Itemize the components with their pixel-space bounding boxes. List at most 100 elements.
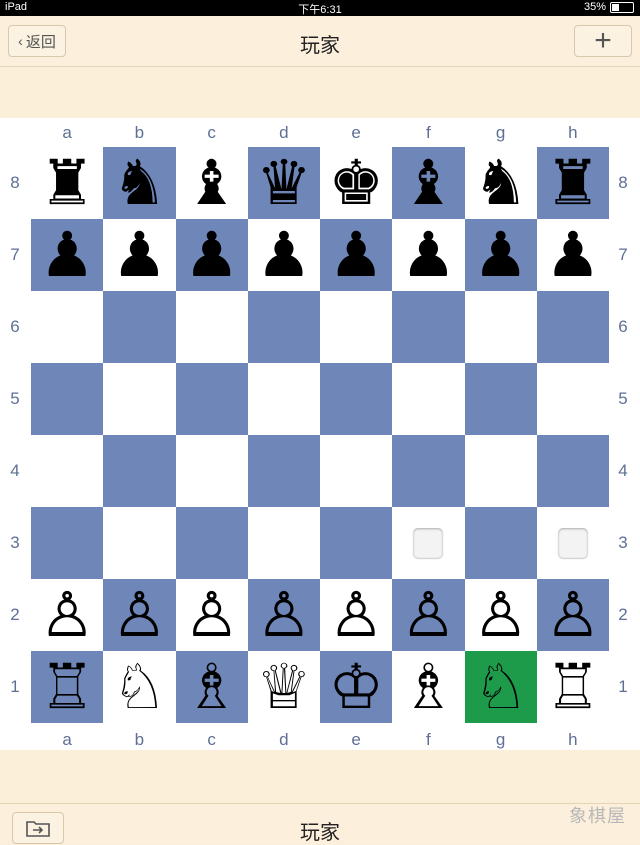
square-f8[interactable]: ♝ bbox=[392, 147, 465, 219]
square-e6[interactable] bbox=[320, 291, 393, 363]
square-g5[interactable] bbox=[464, 363, 537, 435]
square-c3[interactable] bbox=[175, 507, 248, 579]
piece-e1[interactable]: ♔ bbox=[328, 656, 384, 718]
square-a7[interactable]: ♟ bbox=[31, 219, 104, 291]
piece-c1[interactable]: ♗ bbox=[184, 656, 240, 718]
piece-g2[interactable]: ♙ bbox=[473, 584, 529, 646]
square-d2[interactable]: ♙ bbox=[247, 579, 320, 651]
square-g1[interactable]: ♘ bbox=[464, 651, 537, 723]
square-f3[interactable] bbox=[392, 507, 465, 579]
square-c2[interactable]: ♙ bbox=[175, 579, 248, 651]
square-b4[interactable] bbox=[103, 435, 176, 507]
piece-f2[interactable]: ♙ bbox=[401, 584, 457, 646]
square-b7[interactable]: ♟ bbox=[103, 219, 176, 291]
piece-f7[interactable]: ♟ bbox=[401, 224, 457, 286]
square-d6[interactable] bbox=[247, 291, 320, 363]
piece-b7[interactable]: ♟ bbox=[112, 224, 168, 286]
square-c7[interactable]: ♟ bbox=[175, 219, 248, 291]
square-a4[interactable] bbox=[31, 435, 104, 507]
square-d5[interactable] bbox=[247, 363, 320, 435]
square-d1[interactable]: ♕ bbox=[247, 651, 320, 723]
piece-h7[interactable]: ♟ bbox=[545, 224, 601, 286]
square-e1[interactable]: ♔ bbox=[320, 651, 393, 723]
square-b5[interactable] bbox=[103, 363, 176, 435]
square-d4[interactable] bbox=[247, 435, 320, 507]
piece-f1[interactable]: ♗ bbox=[401, 656, 457, 718]
square-a8[interactable]: ♜ bbox=[31, 147, 104, 219]
square-f4[interactable] bbox=[392, 435, 465, 507]
square-f7[interactable]: ♟ bbox=[392, 219, 465, 291]
piece-a2[interactable]: ♙ bbox=[39, 584, 95, 646]
square-a6[interactable] bbox=[31, 291, 104, 363]
square-h8[interactable]: ♜ bbox=[536, 147, 609, 219]
piece-e2[interactable]: ♙ bbox=[328, 584, 384, 646]
square-g8[interactable]: ♞ bbox=[464, 147, 537, 219]
square-d8[interactable]: ♛ bbox=[247, 147, 320, 219]
square-f5[interactable] bbox=[392, 363, 465, 435]
square-g2[interactable]: ♙ bbox=[464, 579, 537, 651]
piece-h8[interactable]: ♜ bbox=[545, 152, 601, 214]
piece-b8[interactable]: ♞ bbox=[112, 152, 168, 214]
square-e7[interactable]: ♟ bbox=[320, 219, 393, 291]
piece-d2[interactable]: ♙ bbox=[256, 584, 312, 646]
square-e2[interactable]: ♙ bbox=[320, 579, 393, 651]
piece-e8[interactable]: ♚ bbox=[328, 152, 384, 214]
piece-d1[interactable]: ♕ bbox=[256, 656, 312, 718]
square-h1[interactable]: ♖ bbox=[536, 651, 609, 723]
square-c8[interactable]: ♝ bbox=[175, 147, 248, 219]
piece-c7[interactable]: ♟ bbox=[184, 224, 240, 286]
square-a1[interactable]: ♖ bbox=[31, 651, 104, 723]
square-h2[interactable]: ♙ bbox=[536, 579, 609, 651]
piece-d7[interactable]: ♟ bbox=[256, 224, 312, 286]
square-g6[interactable] bbox=[464, 291, 537, 363]
square-h3[interactable] bbox=[536, 507, 609, 579]
square-g4[interactable] bbox=[464, 435, 537, 507]
square-h7[interactable]: ♟ bbox=[536, 219, 609, 291]
square-a5[interactable] bbox=[31, 363, 104, 435]
piece-b1[interactable]: ♘ bbox=[112, 656, 168, 718]
move-hint-f3[interactable] bbox=[413, 528, 444, 558]
move-hint-h3[interactable] bbox=[557, 528, 588, 558]
piece-e7[interactable]: ♟ bbox=[328, 224, 384, 286]
square-h5[interactable] bbox=[536, 363, 609, 435]
square-b1[interactable]: ♘ bbox=[103, 651, 176, 723]
square-e3[interactable] bbox=[320, 507, 393, 579]
piece-h2[interactable]: ♙ bbox=[545, 584, 601, 646]
square-g3[interactable] bbox=[464, 507, 537, 579]
square-a2[interactable]: ♙ bbox=[31, 579, 104, 651]
piece-h1[interactable]: ♖ bbox=[545, 656, 601, 718]
square-c6[interactable] bbox=[175, 291, 248, 363]
square-f6[interactable] bbox=[392, 291, 465, 363]
square-b6[interactable] bbox=[103, 291, 176, 363]
piece-c2[interactable]: ♙ bbox=[184, 584, 240, 646]
piece-b2[interactable]: ♙ bbox=[112, 584, 168, 646]
square-b2[interactable]: ♙ bbox=[103, 579, 176, 651]
square-a3[interactable] bbox=[31, 507, 104, 579]
square-d3[interactable] bbox=[247, 507, 320, 579]
square-c4[interactable] bbox=[175, 435, 248, 507]
square-e8[interactable]: ♚ bbox=[320, 147, 393, 219]
square-h4[interactable] bbox=[536, 435, 609, 507]
piece-f8[interactable]: ♝ bbox=[401, 152, 457, 214]
piece-c8[interactable]: ♝ bbox=[184, 152, 240, 214]
piece-a8[interactable]: ♜ bbox=[39, 152, 95, 214]
square-c5[interactable] bbox=[175, 363, 248, 435]
square-e5[interactable] bbox=[320, 363, 393, 435]
piece-a1[interactable]: ♖ bbox=[39, 656, 95, 718]
file-label-top-a: a bbox=[62, 123, 72, 142]
square-b3[interactable] bbox=[103, 507, 176, 579]
square-g7[interactable]: ♟ bbox=[464, 219, 537, 291]
square-e4[interactable] bbox=[320, 435, 393, 507]
square-f2[interactable]: ♙ bbox=[392, 579, 465, 651]
piece-g1[interactable]: ♘ bbox=[473, 656, 529, 718]
square-c1[interactable]: ♗ bbox=[175, 651, 248, 723]
piece-a7[interactable]: ♟ bbox=[39, 224, 95, 286]
square-f1[interactable]: ♗ bbox=[392, 651, 465, 723]
square-h6[interactable] bbox=[536, 291, 609, 363]
piece-d8[interactable]: ♛ bbox=[256, 152, 312, 214]
piece-g8[interactable]: ♞ bbox=[473, 152, 529, 214]
square-d7[interactable]: ♟ bbox=[247, 219, 320, 291]
piece-g7[interactable]: ♟ bbox=[473, 224, 529, 286]
add-button[interactable]: + bbox=[574, 25, 632, 57]
square-b8[interactable]: ♞ bbox=[103, 147, 176, 219]
